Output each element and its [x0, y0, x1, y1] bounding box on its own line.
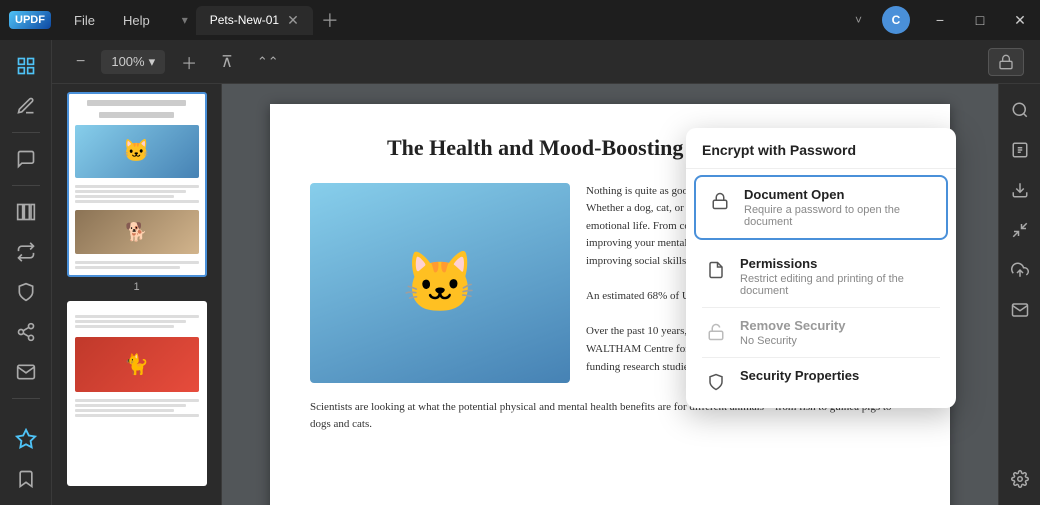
sidebar-icon-protect[interactable] [8, 274, 44, 310]
right-icon-ocr[interactable] [1002, 132, 1038, 168]
right-icon-upload[interactable] [1002, 252, 1038, 288]
tab-pets[interactable]: Pets-New-01 ✕ [196, 6, 313, 35]
thumb-img-2: 🐈 [67, 301, 207, 486]
toolbar: − 100% ▾ ＋ ⊼ ⌃⌃ [52, 40, 1040, 84]
zoom-chevron-icon: ▾ [149, 54, 156, 70]
zoom-value: 100% [111, 54, 144, 69]
dropdown-item-document-open-title: Document Open [744, 187, 934, 202]
thumb-page-number: 1 [133, 281, 139, 293]
dropdown-item-permissions-text: Permissions Restrict editing and printin… [740, 256, 938, 297]
updf-logo-text: UPDF [9, 11, 51, 29]
right-icon-mail[interactable] [1002, 292, 1038, 328]
dropdown-item-security-properties-text: Security Properties [740, 368, 938, 385]
maximize-button[interactable]: □ [960, 0, 1000, 40]
dropdown-encrypt-menu: Encrypt with Password Document Open Requ… [686, 128, 956, 408]
sidebar-icon-bookmark[interactable] [8, 461, 44, 497]
pdf-viewer: The Health and Mood-Boosting Benefits of… [222, 84, 998, 505]
dropdown-item-document-open-desc: Require a password to open the document [744, 204, 934, 228]
dropdown-item-remove-security[interactable]: Remove Security No Security [686, 308, 956, 357]
right-icon-search[interactable] [1002, 92, 1038, 128]
security-lock-button[interactable] [988, 48, 1024, 76]
sidebar-divider-2 [12, 185, 40, 186]
tab-dropdown-chevron[interactable]: ▾ [174, 13, 196, 27]
sidebar-icon-viewer[interactable] [8, 48, 44, 84]
fit-width-button[interactable]: ⌃⌃ [249, 50, 287, 74]
dropdown-item-remove-security-text: Remove Security No Security [740, 318, 938, 347]
zoom-display[interactable]: 100% ▾ [101, 50, 165, 74]
sidebar-icon-email[interactable] [8, 354, 44, 390]
right-sidebar [998, 84, 1040, 505]
dropdown-item-remove-security-desc: No Security [740, 335, 938, 347]
sidebar-icon-edit[interactable] [8, 88, 44, 124]
file-icon [704, 258, 728, 282]
sidebar [0, 40, 52, 505]
sidebar-icon-ai[interactable] [8, 421, 44, 457]
dropdown-item-document-open[interactable]: Document Open Require a password to open… [694, 175, 948, 240]
thumbnail-page-1[interactable]: 🐱 🐕 [60, 92, 213, 293]
thumb-img-1: 🐱 🐕 [67, 92, 207, 277]
sidebar-divider-3 [12, 398, 40, 399]
sidebar-icon-share[interactable] [8, 314, 44, 350]
right-icon-compress[interactable] [1002, 212, 1038, 248]
thumbnail-page-2[interactable]: 🐈 [60, 301, 213, 486]
zoom-in-button[interactable]: ＋ [173, 46, 205, 78]
user-avatar[interactable]: C [882, 6, 910, 34]
dropdown-item-permissions[interactable]: Permissions Restrict editing and printin… [686, 246, 956, 307]
menu-file[interactable]: File [60, 7, 109, 34]
dropdown-item-document-open-text: Document Open Require a password to open… [744, 187, 934, 228]
titlebar-controls: ˅ C − □ ✕ [845, 0, 1040, 40]
lock-open-icon [704, 320, 728, 344]
titlebar: UPDF File Help ▾ Pets-New-01 ✕ ＋ ˅ C − □… [0, 0, 1040, 40]
dropdown-item-permissions-desc: Restrict editing and printing of the doc… [740, 273, 938, 297]
right-icon-extract[interactable] [1002, 172, 1038, 208]
right-icon-settings[interactable] [1002, 461, 1038, 497]
app-logo: UPDF [0, 11, 60, 29]
minimize-button[interactable]: − [920, 0, 960, 40]
content-area: 🐱 🐕 [52, 84, 1040, 505]
dropdown-item-security-properties-title: Security Properties [740, 368, 938, 383]
main-area: − 100% ▾ ＋ ⊼ ⌃⌃ [0, 40, 1040, 505]
tab-close-btn[interactable]: ✕ [287, 12, 299, 29]
dropdown-item-remove-security-title: Remove Security [740, 318, 938, 333]
dropdown-header: Encrypt with Password [686, 128, 956, 169]
zoom-out-button[interactable]: − [68, 49, 93, 75]
close-button[interactable]: ✕ [1000, 0, 1040, 40]
sidebar-icon-convert[interactable] [8, 234, 44, 270]
tab-label: Pets-New-01 [210, 13, 279, 27]
menu-help[interactable]: Help [109, 7, 164, 34]
pdf-cat-image: 🐱 [310, 183, 570, 383]
shield-icon [704, 370, 728, 394]
dropdown-item-permissions-title: Permissions [740, 256, 938, 271]
tab-bar: ▾ Pets-New-01 ✕ ＋ [174, 6, 845, 35]
titlebar-chevron-icon[interactable]: ˅ [845, 13, 872, 27]
thumbnail-panel: 🐱 🐕 [52, 84, 222, 505]
new-tab-button[interactable]: ＋ [313, 7, 347, 33]
dropdown-item-security-properties[interactable]: Security Properties [686, 358, 956, 408]
fit-page-button[interactable]: ⊼ [213, 48, 241, 76]
sidebar-divider-1 [12, 132, 40, 133]
titlebar-menu: File Help [60, 7, 164, 34]
sidebar-icon-comment[interactable] [8, 141, 44, 177]
sidebar-icon-organize[interactable] [8, 194, 44, 230]
lock-icon [708, 189, 732, 213]
